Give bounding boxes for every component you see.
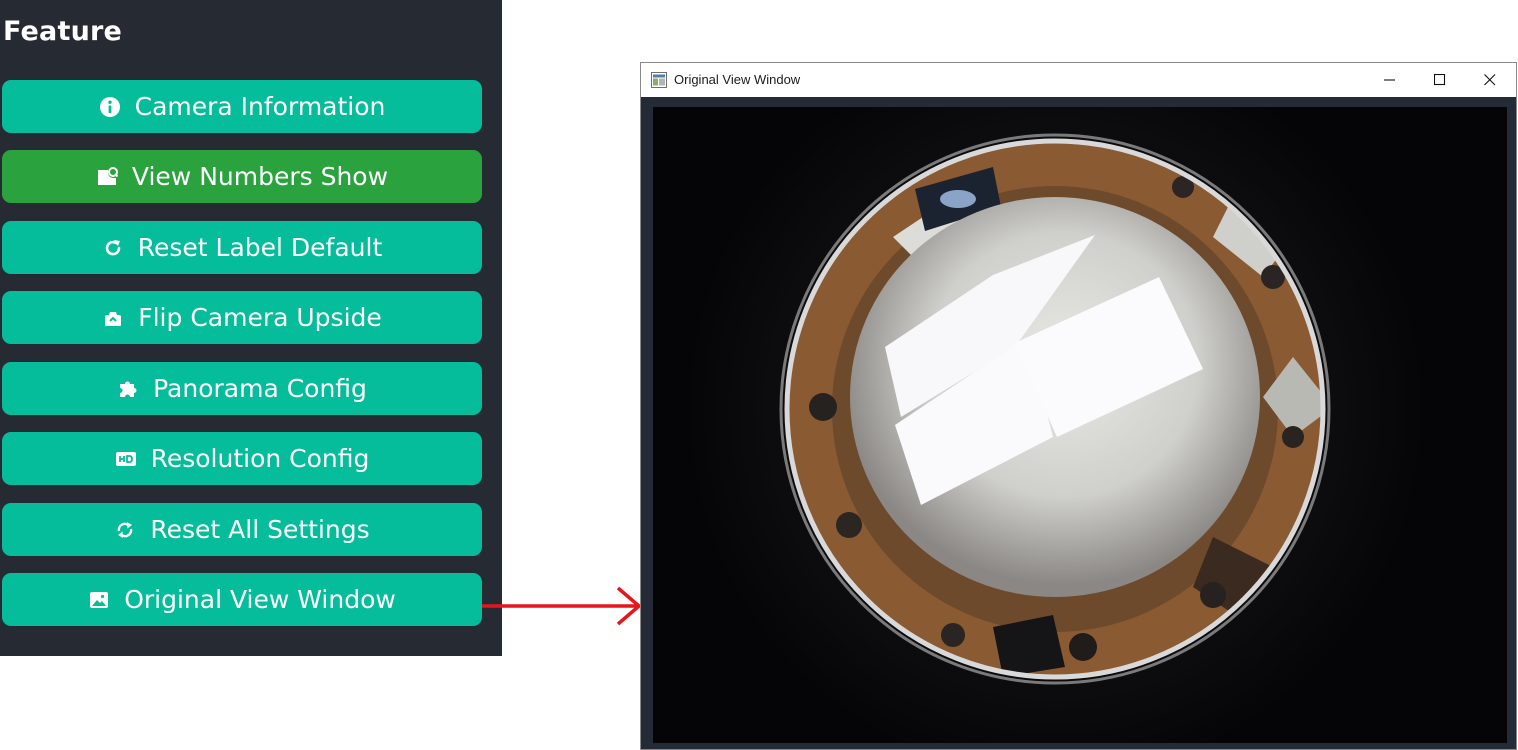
- flip-camera-upside-button[interactable]: Flip Camera Upside: [2, 291, 482, 344]
- view-viewport: [641, 97, 1516, 749]
- app-icon: [651, 72, 667, 88]
- window-title: Original View Window: [674, 72, 801, 87]
- original-view-window-label: Original View Window: [124, 585, 396, 614]
- close-button[interactable]: [1465, 63, 1515, 97]
- hd-icon: [115, 448, 137, 470]
- panorama-config-button[interactable]: Panorama Config: [2, 362, 482, 415]
- sync-icon: [114, 519, 136, 541]
- panel-title: Feature: [3, 16, 123, 47]
- reset-all-settings-button[interactable]: Reset All Settings: [2, 503, 482, 556]
- original-view-window-button[interactable]: Original View Window: [2, 573, 482, 626]
- image-icon: [88, 589, 110, 611]
- feature-panel: Feature Camera Information View Numbers …: [0, 0, 502, 656]
- reset-label-default-button[interactable]: Reset Label Default: [2, 221, 482, 274]
- resolution-config-button[interactable]: Resolution Config: [2, 432, 482, 485]
- original-view-window: Original View Window: [640, 62, 1517, 750]
- puzzle-icon: [117, 378, 139, 400]
- resolution-config-label: Resolution Config: [150, 444, 370, 473]
- window-titlebar[interactable]: Original View Window: [641, 63, 1516, 97]
- refresh-icon: [102, 237, 124, 259]
- flip-camera-upside-label: Flip Camera Upside: [138, 303, 382, 332]
- minimize-button[interactable]: [1365, 63, 1415, 97]
- camera-flip-icon: [102, 307, 124, 329]
- reset-label-default-label: Reset Label Default: [137, 233, 383, 262]
- close-icon: [1484, 74, 1496, 86]
- camera-information-label: Camera Information: [134, 92, 386, 121]
- info-circle-icon: [99, 96, 121, 118]
- panorama-config-label: Panorama Config: [153, 374, 367, 403]
- fisheye-room-picture: [685, 107, 1425, 743]
- red-arrow: [482, 586, 642, 626]
- fisheye-image: [653, 107, 1507, 743]
- view-numbers-show-button[interactable]: View Numbers Show: [2, 150, 482, 203]
- minimize-icon: [1384, 79, 1395, 81]
- view-numbers-show-label: View Numbers Show: [131, 162, 389, 191]
- maximize-icon: [1434, 74, 1446, 86]
- camera-information-button[interactable]: Camera Information: [2, 80, 482, 133]
- maximize-button[interactable]: [1415, 63, 1465, 97]
- label-tag-icon: [96, 166, 118, 188]
- reset-all-settings-label: Reset All Settings: [150, 515, 370, 544]
